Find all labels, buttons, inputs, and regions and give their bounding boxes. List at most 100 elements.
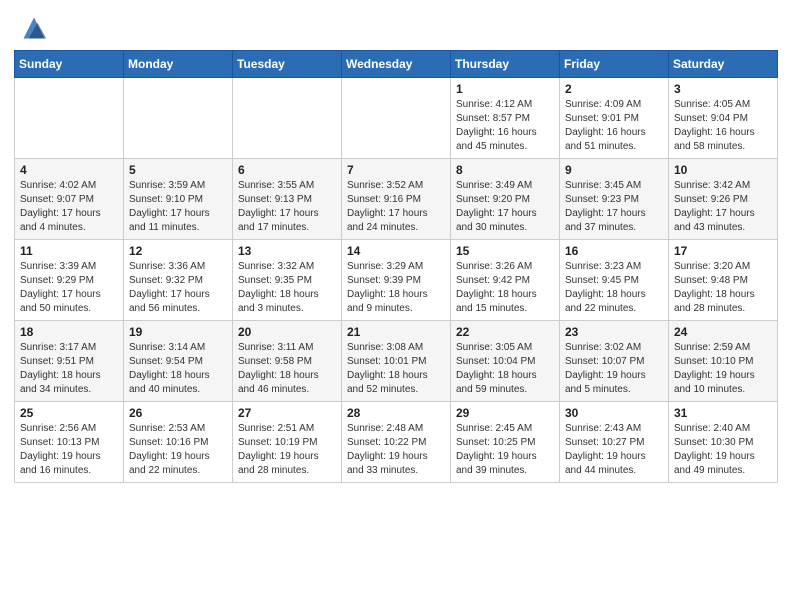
- calendar-cell: 9Sunrise: 3:45 AMSunset: 9:23 PMDaylight…: [560, 159, 669, 240]
- day-number: 31: [674, 406, 772, 420]
- page-header: [0, 0, 792, 50]
- day-info: Sunrise: 2:56 AMSunset: 10:13 PMDaylight…: [20, 422, 118, 478]
- calendar-cell: 24 Sunrise: 2:59 AMSunset: 10:10 PMDaylig…: [669, 321, 778, 402]
- day-number: 8: [456, 163, 554, 177]
- calendar-cell: 15 Sunrise: 3:26 AMSunset: 9:42 PMDayligh…: [451, 240, 560, 321]
- day-number: 6: [238, 163, 336, 177]
- day-info: Sunrise: 3:55 AMSunset: 9:13 PMDaylight:…: [238, 179, 336, 235]
- calendar-cell: 13Sunrise: 3:32 AMSunset: 9:35 PMDayligh…: [233, 240, 342, 321]
- day-info: Sunrise: 3:36 AMSunset: 9:32 PMDaylight:…: [129, 260, 227, 316]
- day-number: 27: [238, 406, 336, 420]
- day-number: 15: [456, 244, 554, 258]
- day-info: Sunrise: 3:26 AMSunset: 9:42 PMDaylight:…: [456, 260, 554, 316]
- day-info: Sunrise: 3:05 AMSunset: 10:04 PMDaylight…: [456, 341, 554, 397]
- calendar-cell: 14 Sunrise: 3:29 AMSunset: 9:39 PMDayligh…: [342, 240, 451, 321]
- calendar-cell: 18 Sunrise: 3:17 AMSunset: 9:51 PMDayligh…: [15, 321, 124, 402]
- day-number: 20: [238, 325, 336, 339]
- calendar-cell: 27 Sunrise: 2:51 AMSunset: 10:19 PMDaylig…: [233, 402, 342, 483]
- day-number: 7: [347, 163, 445, 177]
- day-number: 24: [674, 325, 772, 339]
- weekday-header-monday: Monday: [124, 51, 233, 78]
- calendar-cell: 26 Sunrise: 2:53 AMSunset: 10:16 PMDaylig…: [124, 402, 233, 483]
- calendar-cell: [233, 78, 342, 159]
- day-info: Sunrise: 2:51 AMSunset: 10:19 PMDaylight…: [238, 422, 336, 478]
- day-number: 23: [565, 325, 663, 339]
- day-number: 13: [238, 244, 336, 258]
- day-number: 5: [129, 163, 227, 177]
- day-info: Sunrise: 2:59 AMSunset: 10:10 PMDaylight…: [674, 341, 772, 397]
- day-info: Sunrise: 2:53 AMSunset: 10:16 PMDaylight…: [129, 422, 227, 478]
- calendar-cell: 12Sunrise: 3:36 AMSunset: 9:32 PMDayligh…: [124, 240, 233, 321]
- calendar-cell: 31 Sunrise: 2:40 AMSunset: 10:30 PMDaylig…: [669, 402, 778, 483]
- day-number: 26: [129, 406, 227, 420]
- day-number: 21: [347, 325, 445, 339]
- calendar-cell: 2Sunrise: 4:09 AMSunset: 9:01 PMDaylight…: [560, 78, 669, 159]
- day-info: Sunrise: 3:29 AMSunset: 9:39 PMDaylight:…: [347, 260, 445, 316]
- weekday-header-wednesday: Wednesday: [342, 51, 451, 78]
- weekday-header-saturday: Saturday: [669, 51, 778, 78]
- calendar-week-row: 18 Sunrise: 3:17 AMSunset: 9:51 PMDayligh…: [15, 321, 778, 402]
- calendar-cell: 7Sunrise: 3:52 AMSunset: 9:16 PMDaylight…: [342, 159, 451, 240]
- calendar-cell: 30 Sunrise: 2:43 AMSunset: 10:27 PMDaylig…: [560, 402, 669, 483]
- calendar-cell: 19 Sunrise: 3:14 AMSunset: 9:54 PMDayligh…: [124, 321, 233, 402]
- day-number: 14: [347, 244, 445, 258]
- day-info: Sunrise: 3:23 AMSunset: 9:45 PMDaylight:…: [565, 260, 663, 316]
- calendar-week-row: 11 Sunrise: 3:39 AMSunset: 9:29 PMDayligh…: [15, 240, 778, 321]
- calendar-cell: [342, 78, 451, 159]
- calendar-week-row: 1 Sunrise: 4:12 AMSunset: 8:57 PMDaylight…: [15, 78, 778, 159]
- day-info: Sunrise: 3:14 AMSunset: 9:54 PMDaylight:…: [129, 341, 227, 397]
- calendar-cell: 29Sunrise: 2:45 AMSunset: 10:25 PMDaylig…: [451, 402, 560, 483]
- day-info: Sunrise: 3:49 AMSunset: 9:20 PMDaylight:…: [456, 179, 554, 235]
- calendar-cell: 5Sunrise: 3:59 AMSunset: 9:10 PMDaylight…: [124, 159, 233, 240]
- day-number: 22: [456, 325, 554, 339]
- calendar-cell: 21Sunrise: 3:08 AMSunset: 10:01 PMDaylig…: [342, 321, 451, 402]
- day-info: Sunrise: 4:12 AMSunset: 8:57 PMDaylight:…: [456, 98, 554, 154]
- day-info: Sunrise: 3:02 AMSunset: 10:07 PMDaylight…: [565, 341, 663, 397]
- day-number: 2: [565, 82, 663, 96]
- calendar-cell: 17 Sunrise: 3:20 AMSunset: 9:48 PMDayligh…: [669, 240, 778, 321]
- calendar-week-row: 25 Sunrise: 2:56 AMSunset: 10:13 PMDaylig…: [15, 402, 778, 483]
- day-info: Sunrise: 2:40 AMSunset: 10:30 PMDaylight…: [674, 422, 772, 478]
- day-number: 11: [20, 244, 118, 258]
- calendar-body: 1 Sunrise: 4:12 AMSunset: 8:57 PMDaylight…: [15, 78, 778, 483]
- calendar-cell: 23 Sunrise: 3:02 AMSunset: 10:07 PMDaylig…: [560, 321, 669, 402]
- logo: [20, 14, 52, 42]
- calendar-cell: 4Sunrise: 4:02 AMSunset: 9:07 PMDaylight…: [15, 159, 124, 240]
- calendar-header: SundayMondayTuesdayWednesdayThursdayFrid…: [15, 51, 778, 78]
- weekday-header-row: SundayMondayTuesdayWednesdayThursdayFrid…: [15, 51, 778, 78]
- day-info: Sunrise: 2:43 AMSunset: 10:27 PMDaylight…: [565, 422, 663, 478]
- weekday-header-tuesday: Tuesday: [233, 51, 342, 78]
- day-number: 19: [129, 325, 227, 339]
- day-info: Sunrise: 3:11 AMSunset: 9:58 PMDaylight:…: [238, 341, 336, 397]
- weekday-header-sunday: Sunday: [15, 51, 124, 78]
- weekday-header-friday: Friday: [560, 51, 669, 78]
- day-info: Sunrise: 3:39 AMSunset: 9:29 PMDaylight:…: [20, 260, 118, 316]
- day-number: 30: [565, 406, 663, 420]
- day-number: 25: [20, 406, 118, 420]
- calendar-cell: [15, 78, 124, 159]
- day-number: 1: [456, 82, 554, 96]
- calendar-cell: 20 Sunrise: 3:11 AMSunset: 9:58 PMDayligh…: [233, 321, 342, 402]
- calendar-cell: 28 Sunrise: 2:48 AMSunset: 10:22 PMDaylig…: [342, 402, 451, 483]
- day-info: Sunrise: 4:05 AMSunset: 9:04 PMDaylight:…: [674, 98, 772, 154]
- day-info: Sunrise: 3:20 AMSunset: 9:48 PMDaylight:…: [674, 260, 772, 316]
- day-info: Sunrise: 3:17 AMSunset: 9:51 PMDaylight:…: [20, 341, 118, 397]
- day-info: Sunrise: 3:42 AMSunset: 9:26 PMDaylight:…: [674, 179, 772, 235]
- day-number: 3: [674, 82, 772, 96]
- day-number: 4: [20, 163, 118, 177]
- day-number: 18: [20, 325, 118, 339]
- calendar-cell: 6 Sunrise: 3:55 AMSunset: 9:13 PMDaylight…: [233, 159, 342, 240]
- calendar-cell: [124, 78, 233, 159]
- calendar-table: SundayMondayTuesdayWednesdayThursdayFrid…: [14, 50, 778, 483]
- calendar-cell: 3 Sunrise: 4:05 AMSunset: 9:04 PMDaylight…: [669, 78, 778, 159]
- calendar-cell: 10Sunrise: 3:42 AMSunset: 9:26 PMDayligh…: [669, 159, 778, 240]
- day-number: 28: [347, 406, 445, 420]
- day-info: Sunrise: 3:45 AMSunset: 9:23 PMDaylight:…: [565, 179, 663, 235]
- day-info: Sunrise: 2:48 AMSunset: 10:22 PMDaylight…: [347, 422, 445, 478]
- calendar-cell: 22 Sunrise: 3:05 AMSunset: 10:04 PMDaylig…: [451, 321, 560, 402]
- day-number: 17: [674, 244, 772, 258]
- calendar-cell: 8 Sunrise: 3:49 AMSunset: 9:20 PMDaylight…: [451, 159, 560, 240]
- calendar-cell: 1 Sunrise: 4:12 AMSunset: 8:57 PMDaylight…: [451, 78, 560, 159]
- day-number: 29: [456, 406, 554, 420]
- calendar-week-row: 4Sunrise: 4:02 AMSunset: 9:07 PMDaylight…: [15, 159, 778, 240]
